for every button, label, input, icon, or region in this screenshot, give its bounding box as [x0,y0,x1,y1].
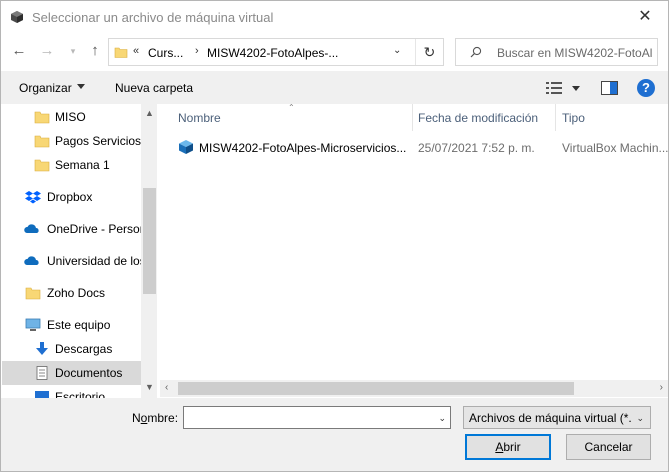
file-list: ⌃ Nombre Fecha de modificación Tipo MISW… [160,103,669,398]
sidebar-item-label: Dropbox [47,190,93,204]
new-folder-button[interactable]: Nueva carpeta [115,81,193,95]
file-row[interactable]: MISW4202-FotoAlpes-Microservicios... 25/… [178,139,669,159]
dropbox-icon [25,191,41,204]
sidebar-item-label: Zoho Docs [47,286,106,300]
file-name: MISW4202-FotoAlpes-Microservicios... [199,141,407,155]
help-icon[interactable]: ? [637,79,655,97]
folder-icon [34,159,50,172]
address-bar[interactable]: « Curs... › MISW4202-FotoAlpes-... ⌄ ↻ [108,38,444,66]
desktop-icon [35,391,49,398]
computer-icon [25,318,41,331]
chevron-down-icon: ⌄ [636,413,644,423]
arrow-right-icon: → [39,42,55,59]
file-date: 25/07/2021 7:52 p. m. [418,141,535,155]
dialog-footer: Nombre: ⌄ Archivos de máquina virtual (*… [0,398,669,472]
sidebar-item-este-equipo[interactable]: Este equipo [2,313,141,337]
folder-icon [114,47,128,58]
column-header-label: Nombre [178,111,221,125]
sidebar-item-label: Este equipo [47,318,111,332]
refresh-icon: ↻ [423,44,436,60]
search-input[interactable]: Buscar en MISW4202-FotoAl... [497,46,652,60]
sidebar-item-label: Semana 1 [55,158,110,172]
chevron-right-icon[interactable]: › [195,45,199,57]
sidebar-item-label: Universidad de los [47,254,141,268]
window-title: Seleccionar un archivo de máquina virtua… [32,10,274,25]
sidebar-item-miso[interactable]: MISO [2,105,141,129]
chevron-down-icon[interactable] [77,84,85,89]
sidebar-item-label: Pagos Servicios [55,134,141,148]
chevron-down-icon[interactable]: ⌄ [393,45,401,56]
folder-icon [25,287,41,300]
file-name-input[interactable]: ⌄ [183,406,451,429]
scrollbar-thumb[interactable] [178,382,574,395]
column-header-label: Tipo [562,111,585,125]
cancel-button[interactable]: Cancelar [566,434,651,460]
sidebar-item-pagos-servicios[interactable]: Pagos Servicios [2,129,141,153]
scroll-right-icon[interactable]: › [660,382,663,393]
search-icon [470,46,482,58]
title-bar: Seleccionar un archivo de máquina virtua… [0,0,669,33]
navigation-pane: MISO Pagos Servicios Semana 1 Dropbox On… [0,104,157,398]
navigation-bar: ← → ▾ ↑ « Curs... › MISW4202-FotoAlpes-.… [0,33,669,71]
recent-locations-button[interactable]: ▾ [63,41,83,61]
sidebar-item-dropbox[interactable]: Dropbox [2,185,141,209]
sidebar-item-onedrive-universidad[interactable]: Universidad de los [2,249,141,273]
command-bar: Organizar Nueva carpeta ? [0,71,669,104]
file-list-scrollbar[interactable]: ‹ › [160,380,668,397]
up-button[interactable]: ↑ [85,41,105,61]
column-header-label: Fecha de modificación [418,111,539,125]
folder-icon [34,135,50,148]
open-button[interactable]: Abrir [465,434,551,460]
column-header-name[interactable]: Nombre [160,104,412,131]
file-name-label: Nombre: [132,411,179,425]
sidebar-item-semana-1[interactable]: Semana 1 [2,153,141,177]
sidebar-item-label: Escritorio [55,390,106,398]
chevron-down-icon[interactable]: ⌄ [438,413,446,424]
sidebar-scrollbar[interactable]: ▲ ▼ [141,104,157,398]
onedrive-icon [24,224,39,233]
virtualbox-file-icon [179,140,193,154]
sidebar-item-escritorio[interactable]: Escritorio [2,385,141,398]
scroll-left-icon[interactable]: ‹ [165,382,168,393]
sidebar-item-label: MISO [55,110,86,124]
sidebar-item-label: Descargas [55,342,113,356]
breadcrumb-item[interactable]: Curs... [148,46,183,60]
file-type: VirtualBox Machin... [562,141,669,155]
back-button[interactable]: ← [9,41,29,61]
column-header-type[interactable]: Tipo [555,104,669,131]
chevron-down-icon: ▾ [70,46,76,56]
column-header-date[interactable]: Fecha de modificación [412,104,555,131]
sidebar-item-onedrive-personal[interactable]: OneDrive - Person [2,217,141,241]
folder-icon [34,111,50,124]
breadcrumb-item[interactable]: MISW4202-FotoAlpes-... [207,46,338,60]
virtualbox-app-icon [11,11,23,23]
view-details-icon[interactable] [546,81,562,95]
chevron-down-icon[interactable] [572,86,580,91]
organize-button[interactable]: Organizar [19,81,72,95]
documents-icon [36,366,48,380]
scroll-down-icon[interactable]: ▼ [145,382,154,392]
scroll-up-icon[interactable]: ▲ [145,108,154,118]
column-divider[interactable] [412,104,413,131]
scrollbar-thumb[interactable] [143,188,156,294]
sidebar-item-descargas[interactable]: Descargas [2,337,141,361]
file-type-select[interactable]: Archivos de máquina virtual (*.xml) ⌄ [463,406,651,429]
sidebar-item-label: Documentos [55,366,123,380]
search-box[interactable]: Buscar en MISW4202-FotoAl... [455,38,658,66]
onedrive-icon [24,256,39,265]
download-icon [36,342,48,355]
close-icon: ✕ [638,8,652,25]
breadcrumb-overflow[interactable]: « [133,45,139,57]
sidebar-item-label: OneDrive - Person [47,222,141,236]
sidebar-item-documentos[interactable]: Documentos [2,361,141,385]
file-type-selected: Archivos de máquina virtual (*.xml) [469,411,631,425]
sidebar-item-zoho-docs[interactable]: Zoho Docs [2,281,141,305]
close-button[interactable]: ✕ [622,1,668,33]
column-divider[interactable] [555,104,556,131]
forward-button[interactable]: → [37,41,57,61]
preview-pane-icon[interactable] [601,81,618,95]
arrow-up-icon: ↑ [91,42,99,59]
refresh-button[interactable]: ↻ [415,39,443,65]
arrow-left-icon: ← [11,42,27,59]
